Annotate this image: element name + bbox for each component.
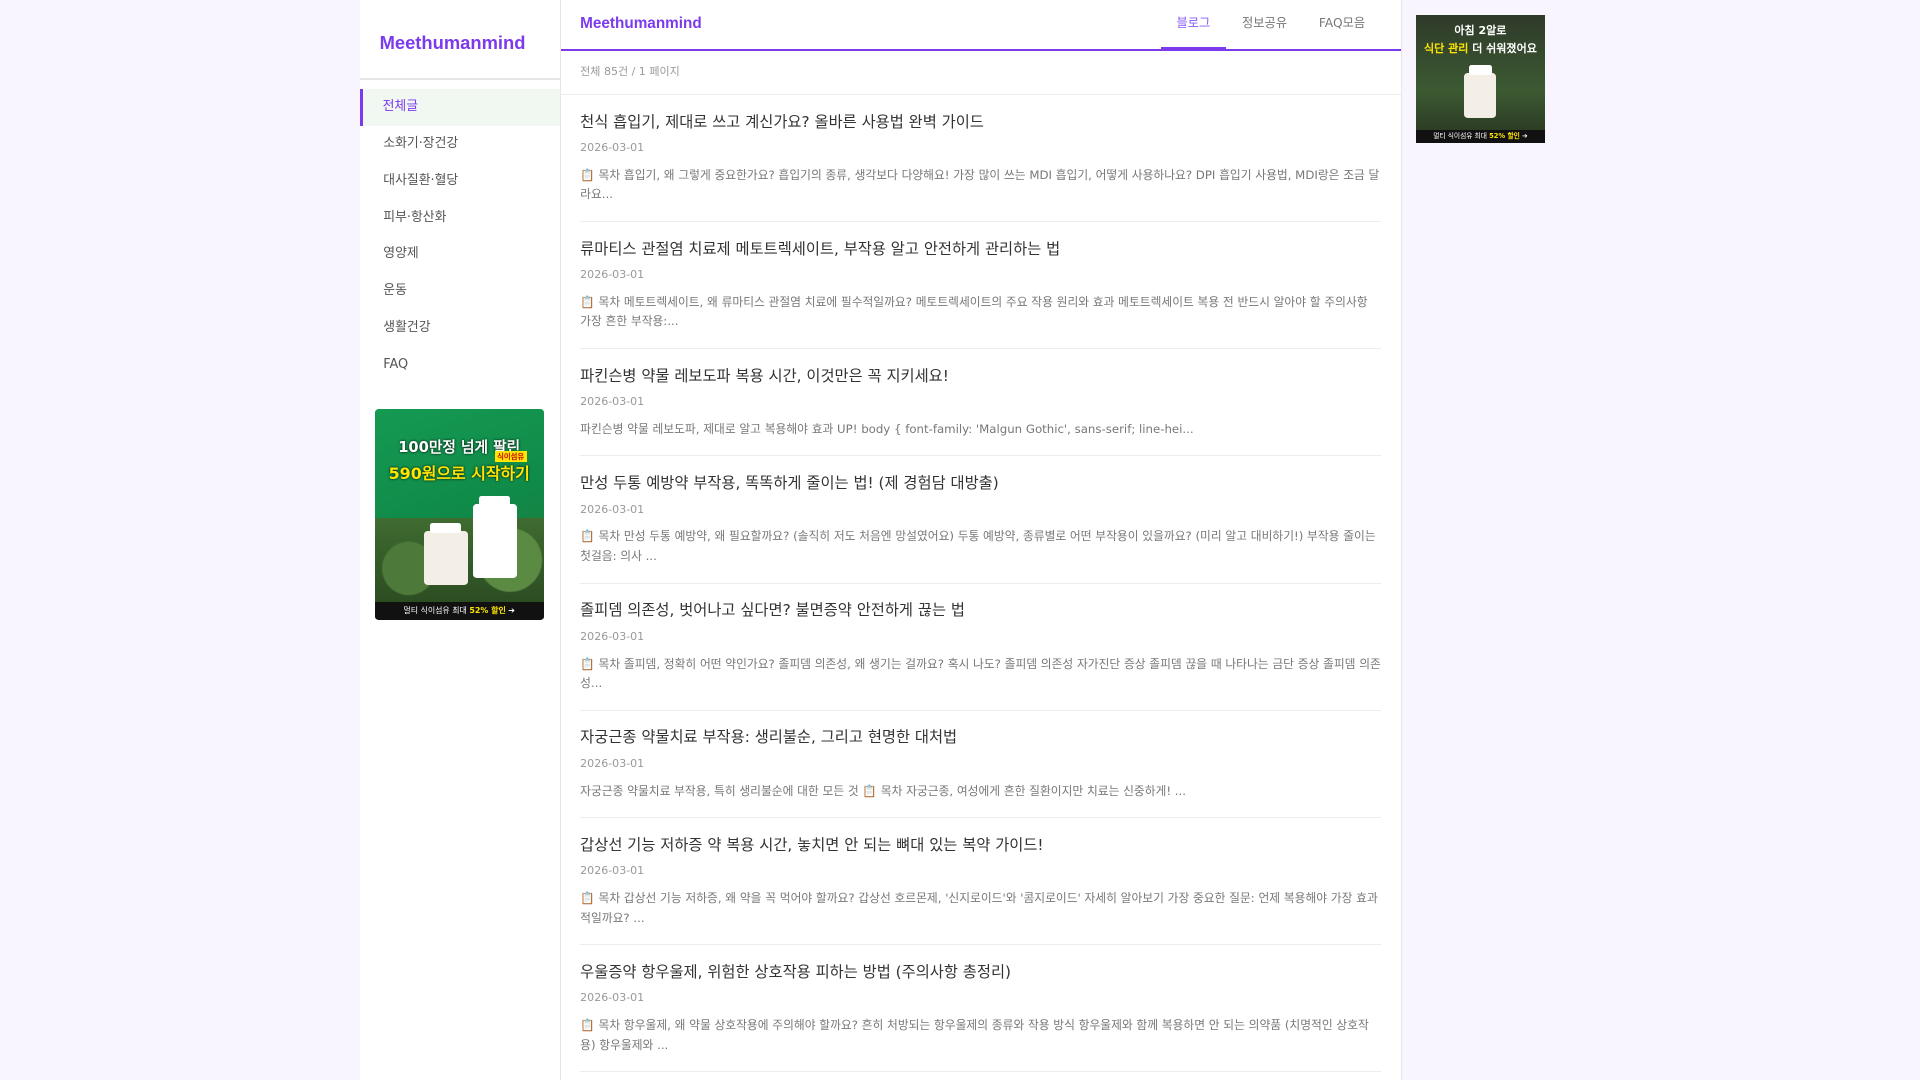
menu-item-digestive[interactable]: 소화기·장건강 <box>360 126 560 163</box>
right-ad-bottle <box>1464 64 1497 118</box>
menu-item-supplements[interactable]: 영양제 <box>360 236 560 273</box>
post-excerpt: 📋 목차 항우울제, 왜 약물 상호작용에 주의해야 할까요? 흔히 처방되는 … <box>580 1018 1369 1052</box>
post-title[interactable]: 갑상선 기능 저하증 약 복용 시간, 놓치면 안 되는 뼈대 있는 복약 가이… <box>580 833 1381 857</box>
post-item[interactable]: 갑상선 기능 저하증 약 복용 시간, 놓치면 안 되는 뼈대 있는 복약 가이… <box>580 818 1382 946</box>
post-title[interactable]: 자궁근종 약물치료 부작용: 생리불순, 그리고 현명한 대처법 <box>580 725 1381 749</box>
post-excerpt: 📋 목차 졸피뎀, 정확히 어떤 약인가요? 졸피뎀 의존성, 왜 생기는 걸까… <box>580 656 1381 691</box>
main-content: Meethumanmind 블로그 정보공유 FAQ모음 전체 85건 / 1 … <box>559 0 1402 1080</box>
right-ad-line1: 아침 2알로 <box>1454 24 1507 38</box>
ad-footer-discount: 52% 할인 <box>469 606 506 616</box>
ad-footer-text: 멀티 식이섬유 최대 <box>403 606 470 616</box>
header-tabs: 블로그 정보공유 FAQ모음 <box>1160 0 1381 49</box>
post-item[interactable]: 자궁근종 약물치료 부작용: 생리불순, 그리고 현명한 대처법 2026-03-… <box>580 711 1382 819</box>
post-excerpt: 📋 목차 흡입기, 왜 그렇게 중요한가요? 흡입기의 종류, 생각보다 다양해… <box>580 167 1380 202</box>
right-ad-line2: 식단 관리 더 쉬워졌어요 <box>1416 40 1546 56</box>
sidebar: Meethumanmind 전체글 소화기·장건강 대사질환·혈당 피부·항산화… <box>360 0 560 1080</box>
post-item[interactable]: 졸피뎀 의존성, 벗어나고 싶다면? 불면증약 안전하게 끊는 법 2026-03… <box>580 584 1382 711</box>
post-item[interactable]: 파킨슨병 약물 레보도파 복용 시간, 이것만은 꼭 지키세요! 2026-03-… <box>580 349 1382 457</box>
sidebar-ad-banner[interactable]: 100만정 넘게 팔린 590원으로 시작하기 식이섬유 멀티 식이섬유 최대 … <box>374 408 544 620</box>
ad-product-bottle <box>423 522 468 586</box>
right-ad-highlight: 식단 관리 <box>1423 42 1469 56</box>
menu-item-faq[interactable]: FAQ <box>360 347 560 384</box>
post-title[interactable]: 파킨슨병 약물 레보도파 복용 시간, 이것만은 꼭 지키세요! <box>580 364 1381 388</box>
right-ad-footer: 멀티 식이섬유 최대 52% 할인 ➔ <box>1415 129 1546 144</box>
post-count: 전체 85건 / 1 페이지 <box>560 51 1401 95</box>
ad-product-box <box>472 495 517 578</box>
right-ad-footer-text: 멀티 식이섬유 최대 <box>1433 131 1490 140</box>
menu-item-metabolic[interactable]: 대사질환·혈당 <box>360 163 560 200</box>
post-item[interactable]: 우울증약 항우울제, 위험한 상호작용 피하는 방법 (주의사항 총정리) 202… <box>580 945 1382 1073</box>
post-title[interactable]: 우울증약 항우울제, 위험한 상호작용 피하는 방법 (주의사항 총정리) <box>580 960 1381 984</box>
tab-info-share[interactable]: 정보공유 <box>1226 0 1303 49</box>
menu-item-all[interactable]: 전체글 <box>360 89 560 127</box>
divider <box>360 78 560 80</box>
menu-item-skin[interactable]: 피부·항산화 <box>360 200 560 237</box>
post-title[interactable]: 만성 두통 예방약 부작용, 똑똑하게 줄이는 법! (제 경험담 대방출) <box>580 471 1381 495</box>
post-title[interactable]: 천식 흡입기, 제대로 쓰고 계신가요? 올바른 사용법 완벽 가이드 <box>580 110 1381 134</box>
post-date: 2026-03-01 <box>580 140 645 154</box>
post-date: 2026-03-01 <box>580 629 645 643</box>
right-ad-footer-discount: 52% 할인 <box>1489 131 1520 140</box>
sidebar-brand[interactable]: Meethumanmind <box>380 32 526 54</box>
post-item[interactable]: 천식 흡입기, 제대로 쓰고 계신가요? 올바른 사용법 완벽 가이드 2026-… <box>580 95 1382 222</box>
post-excerpt: 📋 목차 메토트렉세이트, 왜 류마티스 관절염 치료에 필수적일까요? 메토트… <box>580 294 1368 329</box>
ad-subheadline: 590원으로 시작하기 <box>388 463 530 483</box>
post-date: 2026-03-01 <box>580 395 645 409</box>
post-title[interactable]: 졸피뎀 의존성, 벗어나고 싶다면? 불면증약 안전하게 끊는 법 <box>580 598 1381 622</box>
post-title[interactable]: 류마티스 관절염 치료제 메토트렉세이트, 부작용 알고 안전하게 관리하는 법 <box>580 237 1381 261</box>
ad-footer: 멀티 식이섬유 최대 52% 할인 ➔ <box>374 602 544 620</box>
post-date: 2026-03-01 <box>580 267 645 281</box>
tab-faq[interactable]: FAQ모음 <box>1303 0 1381 49</box>
right-ad-line2-rest: 더 쉬워졌어요 <box>1468 42 1537 56</box>
ad-badge: 식이섬유 <box>494 450 527 462</box>
header-brand[interactable]: Meethumanmind <box>580 15 702 33</box>
top-header: Meethumanmind 블로그 정보공유 FAQ모음 <box>560 0 1401 51</box>
menu-item-exercise[interactable]: 운동 <box>360 273 560 310</box>
post-excerpt: 📋 목차 갑상선 기능 저하증, 왜 약을 꼭 먹어야 할까요? 갑상선 호르몬… <box>580 891 1378 925</box>
post-item[interactable]: 류마티스 관절염 치료제 메토트렉세이트, 부작용 알고 안전하게 관리하는 법… <box>580 222 1382 349</box>
category-menu: 전체글 소화기·장건강 대사질환·혈당 피부·항산화 영양제 운동 생활건강 F… <box>360 89 560 383</box>
post-date: 2026-03-01 <box>580 502 645 516</box>
post-date: 2026-03-01 <box>580 864 645 878</box>
post-excerpt: 자궁근종 약물치료 부작용, 특히 생리불순에 대한 모든 것 📋 목차 자궁근… <box>580 783 1187 798</box>
post-item[interactable]: 만성 두통 예방약 부작용, 똑똑하게 줄이는 법! (제 경험담 대방출) 20… <box>580 456 1382 584</box>
right-ad-banner[interactable]: 아침 2알로 식단 관리 더 쉬워졌어요 멀티 식이섬유 최대 52% 할인 ➔ <box>1415 14 1546 144</box>
tab-blog[interactable]: 블로그 <box>1160 0 1227 49</box>
post-date: 2026-03-01 <box>580 756 645 770</box>
post-list: 천식 흡입기, 제대로 쓰고 계신가요? 올바른 사용법 완벽 가이드 2026-… <box>561 95 1401 1073</box>
post-date: 2026-03-01 <box>580 991 645 1005</box>
post-excerpt: 파킨슨병 약물 레보도파, 제대로 알고 복용해야 효과 UP! body { … <box>580 421 1194 436</box>
post-excerpt: 📋 목차 만성 두통 예방약, 왜 필요할까요? (솔직히 저도 처음엔 망설였… <box>580 529 1376 564</box>
menu-item-lifestyle[interactable]: 생활건강 <box>360 310 560 347</box>
